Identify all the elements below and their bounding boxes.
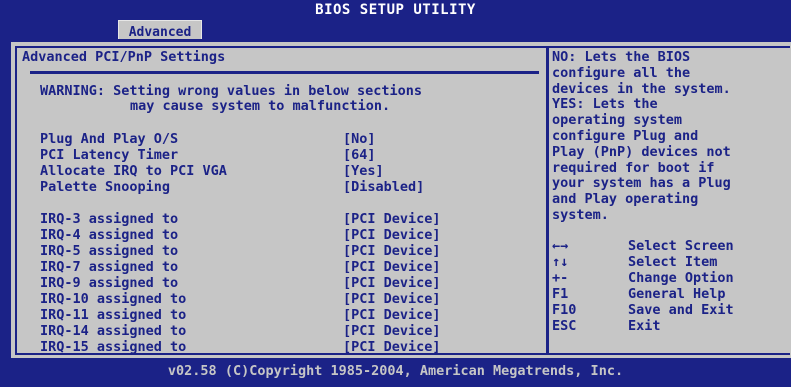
setting-label: Allocate IRQ to PCI VGA: [40, 163, 227, 179]
setting-label: IRQ-7 assigned to: [40, 259, 179, 275]
setting-label: PCI Latency Timer: [40, 147, 179, 163]
help-line: devices in the system.: [552, 80, 731, 97]
setting-irq-15[interactable]: IRQ-15 assigned to [PCI Device]: [40, 339, 520, 355]
warning-line-2: may cause system to malfunction.: [130, 98, 391, 114]
key-label: +-: [552, 270, 569, 286]
setting-value[interactable]: [PCI Device]: [343, 243, 441, 259]
setting-value[interactable]: [PCI Device]: [343, 211, 441, 227]
setting-label: Plug And Play O/S: [40, 131, 179, 147]
setting-irq-9[interactable]: IRQ-9 assigned to [PCI Device]: [40, 275, 520, 291]
key-row-exit: ESC Exit: [552, 318, 661, 334]
up-down-arrows-icon: ↑↓: [552, 254, 569, 270]
help-line: and Play operating: [552, 191, 699, 208]
setting-irq-5[interactable]: IRQ-5 assigned to [PCI Device]: [40, 243, 520, 259]
help-line: configure all the: [552, 64, 691, 81]
help-line: NO: Lets the BIOS: [552, 49, 691, 65]
setting-value[interactable]: [PCI Device]: [343, 339, 441, 355]
help-line: configure Plug and: [552, 127, 699, 144]
key-desc: General Help: [628, 286, 726, 302]
setting-irq-11[interactable]: IRQ-11 assigned to [PCI Device]: [40, 307, 520, 323]
setting-irq-7[interactable]: IRQ-7 assigned to [PCI Device]: [40, 259, 520, 275]
setting-irq-4[interactable]: IRQ-4 assigned to [PCI Device]: [40, 227, 520, 243]
help-text: NO: Lets the BIOS configure all the device…: [552, 49, 731, 224]
copyright-footer: v02.58 (C)Copyright 1985-2004, American …: [167, 363, 624, 379]
setting-value[interactable]: [PCI Device]: [343, 291, 441, 307]
setting-label: IRQ-5 assigned to: [40, 243, 179, 259]
setting-irq-14[interactable]: IRQ-14 assigned to [PCI Device]: [40, 323, 520, 339]
help-line: YES: Lets the: [552, 96, 658, 113]
section-separator: [30, 71, 539, 74]
help-line: system.: [552, 206, 609, 223]
help-line: operating system: [552, 112, 683, 129]
setting-label: IRQ-9 assigned to: [40, 275, 179, 291]
help-line: your system has a Plug: [552, 175, 731, 192]
section-title: Advanced PCI/PnP Settings: [22, 49, 226, 65]
key-label: F10: [552, 302, 577, 318]
key-row-save-exit: F10 Save and Exit: [552, 302, 734, 318]
setting-value[interactable]: [PCI Device]: [343, 307, 441, 323]
setting-value[interactable]: [No]: [343, 131, 376, 147]
setting-label: IRQ-10 assigned to: [40, 291, 187, 307]
panel-divider: [546, 46, 549, 355]
bios-title: BIOS SETUP UTILITY: [315, 2, 476, 18]
setting-plug-and-play-os[interactable]: Plug And Play O/S [No]: [40, 131, 520, 147]
key-desc: Save and Exit: [628, 302, 734, 318]
setting-palette-snooping[interactable]: Palette Snooping [Disabled]: [40, 179, 520, 195]
setting-pci-latency-timer[interactable]: PCI Latency Timer [64]: [40, 147, 520, 163]
help-line: required for boot if: [552, 159, 715, 176]
key-desc: Change Option: [628, 270, 734, 286]
setting-label: Palette Snooping: [40, 179, 171, 195]
key-label: F1: [552, 286, 569, 302]
setting-label: IRQ-15 assigned to: [40, 339, 187, 355]
key-row-change-option: +- Change Option: [552, 270, 734, 286]
setting-value[interactable]: [PCI Device]: [343, 259, 441, 275]
setting-value[interactable]: [Yes]: [343, 163, 384, 179]
key-row-select-item: ↑↓ Select Item: [552, 254, 717, 270]
key-desc: Exit: [628, 318, 661, 334]
setting-value[interactable]: [PCI Device]: [343, 323, 441, 339]
help-line: Play (PnP) devices not: [552, 143, 731, 160]
setting-allocate-irq-vga[interactable]: Allocate IRQ to PCI VGA [Yes]: [40, 163, 520, 179]
setting-label: IRQ-3 assigned to: [40, 211, 179, 227]
key-desc: Select Item: [628, 254, 718, 270]
setting-irq-3[interactable]: IRQ-3 assigned to [PCI Device]: [40, 211, 520, 227]
setting-irq-10[interactable]: IRQ-10 assigned to [PCI Device]: [40, 291, 520, 307]
key-label: ESC: [552, 318, 577, 334]
setting-value[interactable]: [PCI Device]: [343, 275, 441, 291]
setting-value[interactable]: [64]: [343, 147, 376, 163]
setting-label: IRQ-11 assigned to: [40, 307, 187, 323]
key-desc: Select Screen: [628, 238, 734, 254]
key-row-general-help: F1 General Help: [552, 286, 726, 302]
setting-label: IRQ-4 assigned to: [40, 227, 179, 243]
setting-value[interactable]: [PCI Device]: [343, 227, 441, 243]
setting-value[interactable]: [Disabled]: [343, 179, 424, 195]
setting-label: IRQ-14 assigned to: [40, 323, 187, 339]
key-row-select-screen: ←→ Select Screen: [552, 238, 734, 254]
left-right-arrows-icon: ←→: [552, 238, 569, 254]
warning-line-1: WARNING: Setting wrong values in below s…: [40, 83, 423, 99]
